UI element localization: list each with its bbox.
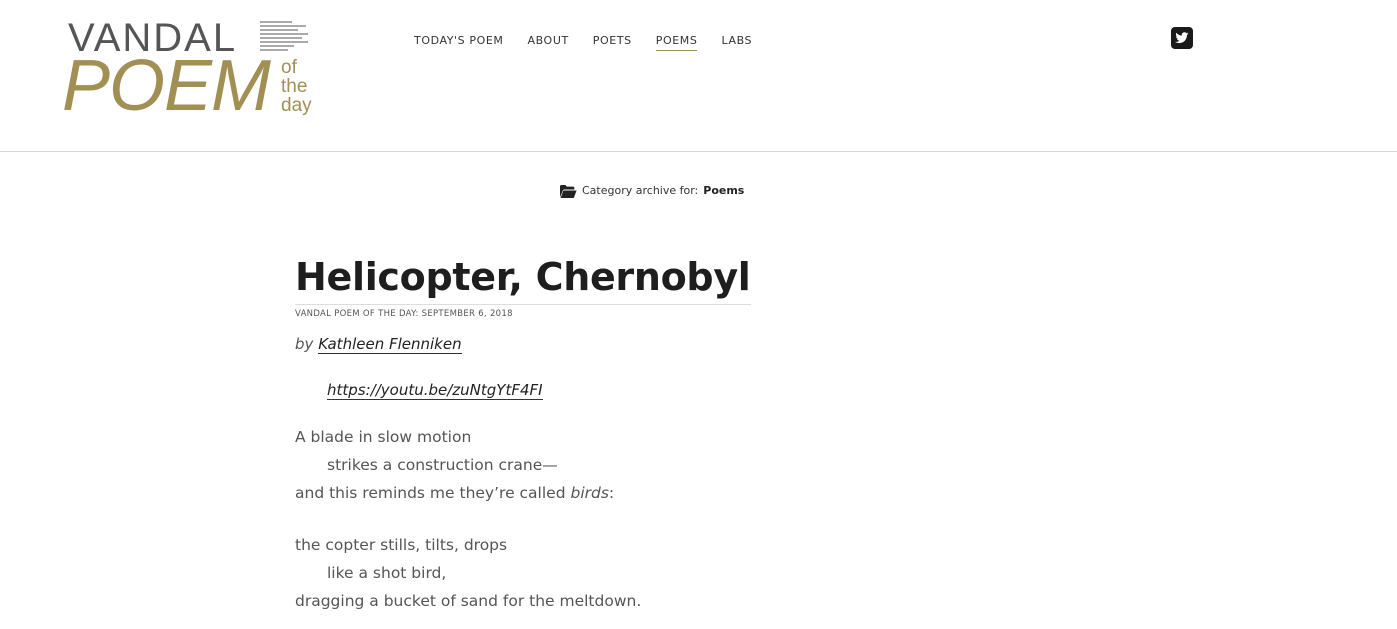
post-article: Helicopter, Chernobyl VANDAL POEM OF THE… <box>295 250 795 615</box>
logo-of-the-day: of the day <box>281 58 312 115</box>
main-nav: TODAY'S POEM ABOUT POETS POEMS LABS <box>414 34 752 51</box>
post-title[interactable]: Helicopter, Chernobyl <box>295 250 751 305</box>
post-byline: by Kathleen Flenniken <box>295 335 795 354</box>
nav-poems[interactable]: POEMS <box>655 34 698 51</box>
site-logo[interactable]: VANDAL POEM of the day <box>62 14 332 124</box>
stanza-2-line-2: like a shot bird, <box>327 564 447 582</box>
stanza-1-line-3: and this reminds me they’re called birds… <box>295 479 795 507</box>
logo-the: the <box>281 76 308 97</box>
stanza-1-line-1: A blade in slow motion <box>295 428 472 446</box>
stanza-1-line-3-post: : <box>608 484 615 502</box>
nav-poets[interactable]: POETS <box>593 34 632 51</box>
stanza-2-line-1: the copter stills, tilts, drops <box>295 536 508 554</box>
logo-of: of <box>281 57 297 78</box>
site-header: VANDAL POEM of the day TODAY'S POEM ABOU… <box>0 0 1397 152</box>
author-link[interactable]: Kathleen Flenniken <box>318 335 462 354</box>
archive-title: Category archive for: Poems <box>560 184 744 198</box>
folder-open-icon <box>560 184 577 198</box>
stanza-1: A blade in slow motion strikes a constru… <box>295 423 795 507</box>
youtube-link[interactable]: https://youtu.be/zuNtgYtF4FI <box>327 381 543 400</box>
archive-prefix: Category archive for: <box>582 184 699 197</box>
stanza-1-line-2: strikes a construction crane— <box>327 456 558 474</box>
nav-todays-poem[interactable]: TODAY'S POEM <box>414 34 503 51</box>
video-link-wrapper: https://youtu.be/zuNtgYtF4FI <box>327 381 795 400</box>
twitter-icon[interactable] <box>1171 27 1193 49</box>
stanza-1-line-3-pre: and this reminds me they’re called <box>295 484 566 502</box>
stanza-2: the copter stills, tilts, drops like a s… <box>295 531 795 615</box>
nav-about[interactable]: ABOUT <box>527 34 568 51</box>
archive-category: Poems <box>703 184 745 197</box>
logo-poem-text: POEM <box>62 46 271 126</box>
logo-day: day <box>281 95 312 116</box>
stanza-1-line-3-em: birds <box>570 484 609 502</box>
post-meta: VANDAL POEM OF THE DAY: SEPTEMBER 6, 201… <box>295 309 513 319</box>
stanza-2-line-3: dragging a bucket of sand for the meltdo… <box>295 592 642 610</box>
nav-labs[interactable]: LABS <box>721 34 752 51</box>
byline-by: by <box>295 335 314 353</box>
